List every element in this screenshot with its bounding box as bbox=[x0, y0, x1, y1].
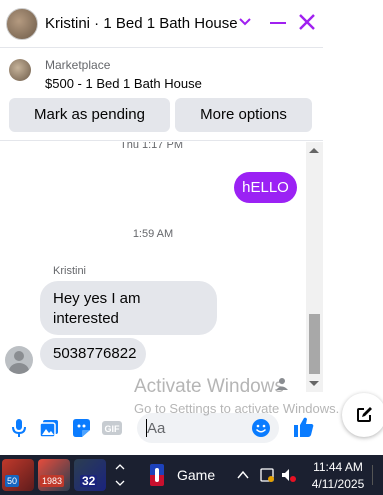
scroll-down-arrow-icon[interactable] bbox=[309, 381, 319, 386]
speaker-icon bbox=[282, 469, 289, 481]
emoji-icon[interactable] bbox=[251, 418, 271, 438]
marketplace-card: Marketplace $500 - 1 Bed 1 Bath House Ma… bbox=[0, 49, 323, 141]
contact-avatar[interactable] bbox=[6, 8, 38, 40]
message-input[interactable]: Aa bbox=[137, 413, 279, 443]
taskbar-scroll-chevrons[interactable] bbox=[114, 463, 126, 490]
sender-name: Kristini bbox=[53, 265, 87, 277]
timestamp: Thu 1:17 PM bbox=[120, 142, 183, 151]
photo-icon[interactable] bbox=[38, 417, 60, 439]
thumbs-up-icon[interactable] bbox=[292, 415, 314, 437]
chat-header: Kristini · 1 Bed 1 Bath House bbox=[0, 0, 323, 48]
incoming-message-bubble[interactable]: 5038776822 bbox=[40, 338, 146, 370]
show-hidden-icons-chevron-icon bbox=[237, 470, 249, 479]
windows-taskbar: 50 1983 32 Game 11:44 AM 4/11/2025 bbox=[0, 455, 383, 495]
sender-avatar[interactable] bbox=[5, 346, 33, 374]
minimize-button[interactable] bbox=[270, 22, 286, 24]
mark-as-pending-button[interactable]: Mark as pending bbox=[9, 98, 170, 132]
gif-label: GIF bbox=[105, 424, 121, 434]
clock-time[interactable]: 11:44 AM bbox=[310, 460, 366, 474]
message-list[interactable]: Thu 1:17 PM hELLO 1:59 AM Kristini Hey y… bbox=[0, 142, 323, 392]
messenger-chat-window: Kristini · 1 Bed 1 Bath House Marketplac… bbox=[0, 0, 383, 495]
clock-date[interactable]: 4/11/2025 bbox=[310, 477, 366, 491]
timestamp: 1:59 AM bbox=[132, 228, 174, 240]
outgoing-message-bubble[interactable]: hELLO bbox=[234, 172, 297, 203]
show-desktop-button[interactable] bbox=[372, 465, 378, 485]
listing-title[interactable]: $500 - 1 Bed 1 Bath House bbox=[45, 76, 202, 91]
more-options-button[interactable]: More options bbox=[175, 98, 312, 132]
activate-windows-subtitle: Go to Settings to activate Windows. bbox=[134, 401, 340, 416]
person-icon bbox=[275, 377, 289, 391]
sticker-icon[interactable] bbox=[70, 417, 92, 439]
message-scrollbar[interactable] bbox=[306, 142, 323, 392]
close-icon[interactable] bbox=[296, 11, 318, 33]
gif-icon[interactable]: GIF bbox=[101, 417, 123, 439]
scroll-up-arrow-icon[interactable] bbox=[309, 148, 319, 153]
chat-title[interactable]: Kristini · 1 Bed 1 Bath House bbox=[45, 15, 238, 32]
desktop-background bbox=[323, 0, 383, 455]
marketplace-label: Marketplace bbox=[45, 58, 111, 72]
taskbar-badge: 1983 bbox=[40, 475, 65, 487]
activate-windows-title: Activate Windows bbox=[134, 376, 284, 397]
new-message-button[interactable] bbox=[342, 393, 383, 437]
incoming-message-bubble[interactable]: Hey yes I am interested bbox=[40, 281, 217, 335]
system-tray[interactable] bbox=[237, 466, 297, 487]
taskbar-badge: 32 bbox=[80, 474, 98, 488]
compose-icon bbox=[357, 407, 372, 422]
chevron-down-icon[interactable] bbox=[238, 11, 254, 31]
message-input-placeholder: Aa bbox=[147, 420, 166, 437]
scroll-thumb[interactable] bbox=[309, 314, 320, 374]
nba-logo-icon[interactable] bbox=[150, 464, 164, 486]
taskbar-game-label[interactable]: Game bbox=[177, 467, 215, 483]
taskbar-badge: 50 bbox=[5, 475, 20, 487]
microphone-icon[interactable] bbox=[8, 417, 30, 439]
listing-thumbnail[interactable] bbox=[9, 59, 31, 81]
